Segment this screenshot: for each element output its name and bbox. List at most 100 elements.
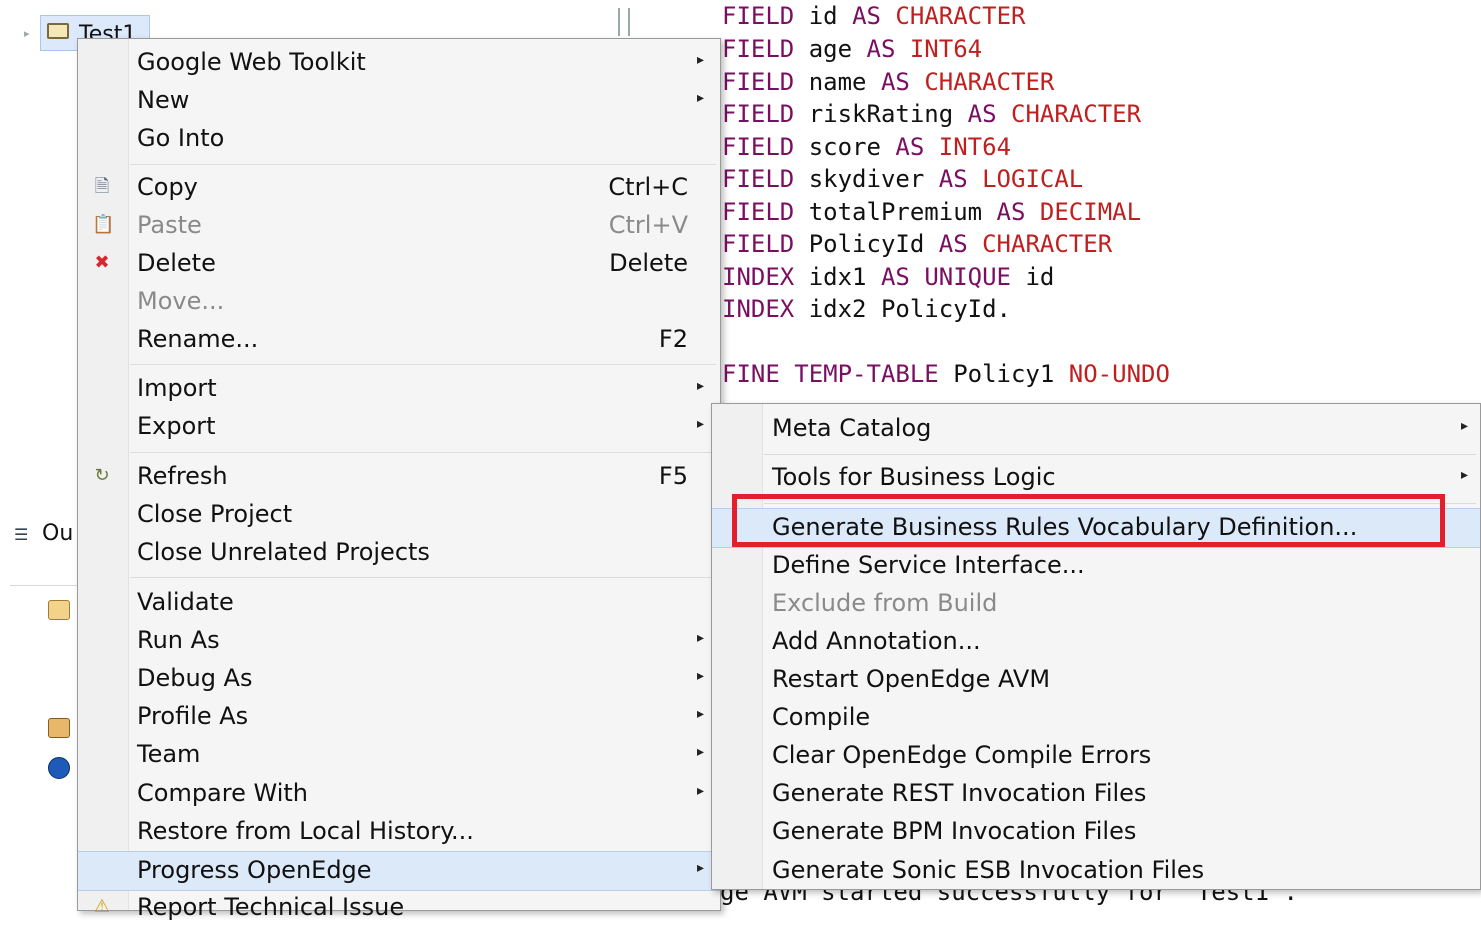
report-icon: ⚠ — [93, 896, 111, 917]
menu-item-label: Generate REST Invocation Files — [772, 779, 1147, 807]
menu-item-tools-for-business-logic[interactable]: Tools for Business Logic ▸ — [712, 459, 1480, 497]
paste-icon: 📋 — [92, 214, 115, 235]
code-token: INDEX — [722, 295, 809, 323]
menu-item-define-service-interface[interactable]: Define Service Interface... — [712, 547, 1480, 585]
menu-item-label: Import — [137, 374, 217, 402]
menu-item-shortcut: Ctrl+V — [608, 211, 688, 239]
code-token: AS — [866, 35, 910, 63]
code-token: UNIQUE — [924, 263, 1026, 291]
menu-item-label: Report Technical Issue — [137, 893, 405, 921]
menu-item-generate-bpm-invocation-files[interactable]: Generate BPM Invocation Files — [712, 813, 1480, 851]
code-token: AS — [895, 133, 939, 161]
menu-item-debug-as[interactable]: Debug As ▸ — [78, 660, 720, 698]
menu-item-label: Exclude from Build — [772, 589, 998, 617]
menu-item-compare-with[interactable]: Compare With ▸ — [78, 775, 720, 813]
menu-item-move[interactable]: Move... — [78, 283, 720, 321]
outline-icon: ☰ — [14, 525, 29, 544]
code-line: FIELD score AS INT64 — [722, 131, 1011, 164]
menu-item-restart-openedge-avm[interactable]: Restart OpenEdge AVM — [712, 661, 1480, 699]
menu-item-import[interactable]: Import ▸ — [78, 370, 720, 408]
menu-item-progress-openedge[interactable]: Progress OpenEdge ▸ — [78, 851, 720, 891]
code-line: INDEX idx2 PolicyId. — [722, 293, 1011, 326]
menu-item-paste[interactable]: 📋 Paste Ctrl+V — [78, 207, 720, 245]
menu-item-clear-openedge-compile-errors[interactable]: Clear OpenEdge Compile Errors — [712, 737, 1480, 775]
code-token: FIELD — [722, 165, 809, 193]
code-line: FIELD name AS CHARACTER — [722, 66, 1054, 99]
menu-item-exclude-from-build[interactable]: Exclude from Build — [712, 585, 1480, 623]
menu-item-compile[interactable]: Compile — [712, 699, 1480, 737]
menu-item-report-technical-issue[interactable]: ⚠ Report Technical Issue — [78, 889, 720, 927]
menu-item-close-unrelated-projects[interactable]: Close Unrelated Projects — [78, 534, 720, 572]
menu-item-label: Delete — [137, 249, 216, 277]
code-line: FIELD skydiver AS LOGICAL — [722, 163, 1083, 196]
menu-item-run-as[interactable]: Run As ▸ — [78, 622, 720, 660]
view-splitter[interactable] — [618, 8, 630, 36]
menu-item-generate-sonic-esb-invocation-files[interactable]: Generate Sonic ESB Invocation Files — [712, 852, 1480, 890]
code-token: riskRating — [808, 100, 968, 128]
menu-item-label: Paste — [137, 211, 202, 239]
menu-item-export[interactable]: Export ▸ — [78, 408, 720, 446]
menu-item-label: Validate — [137, 588, 234, 616]
code-token: LOGICAL — [982, 165, 1084, 193]
menu-item-google-web-toolkit[interactable]: Google Web Toolkit ▸ — [78, 44, 720, 82]
code-token: INT64 — [938, 133, 1012, 161]
context-menu: Google Web Toolkit ▸ New ▸ Go Into 🗎 Copy Ctrl+… — [77, 38, 721, 921]
copy-icon: 🗎 — [94, 176, 110, 197]
menu-item-restore-from-local-history[interactable]: Restore from Local History... — [78, 813, 720, 851]
menu-separator — [130, 577, 716, 578]
menu-item-label: Move... — [137, 287, 225, 315]
menu-item-shortcut: F2 — [658, 325, 688, 353]
menu-item-go-into[interactable]: Go Into — [78, 120, 720, 158]
database-icon — [48, 718, 70, 738]
menu-item-close-project[interactable]: Close Project — [78, 496, 720, 534]
menu-item-label: Rename... — [137, 325, 259, 353]
code-token: CHARACTER — [1011, 100, 1142, 128]
menu-item-validate[interactable]: Validate — [78, 584, 720, 622]
menu-item-label: New — [137, 86, 190, 114]
menu-item-delete[interactable]: ✖ Delete Delete — [78, 245, 720, 283]
menu-item-profile-as[interactable]: Profile As ▸ — [78, 698, 720, 736]
refresh-icon: ↻ — [94, 465, 110, 486]
outline-tab[interactable]: ☰ Ou — [10, 505, 80, 586]
menu-item-label: Define Service Interface... — [772, 551, 1085, 579]
menu-item-refresh[interactable]: ↻ Refresh F5 — [78, 458, 720, 496]
submenu-arrow-icon: ▸ — [696, 744, 704, 760]
outline-tab-label: Ou — [42, 521, 74, 546]
code-line: FIELD riskRating AS CHARACTER — [722, 98, 1141, 131]
code-token: AS — [996, 198, 1040, 226]
menu-item-team[interactable]: Team ▸ — [78, 736, 720, 774]
submenu-arrow-icon: ▸ — [696, 378, 704, 394]
submenu-arrow-icon: ▸ — [696, 90, 704, 106]
menu-item-label: Add Annotation... — [772, 627, 981, 655]
menu-item-meta-catalog[interactable]: Meta Catalog ▸ — [712, 410, 1480, 448]
menu-item-shortcut: Ctrl+C — [608, 173, 688, 201]
menu-item-copy[interactable]: 🗎 Copy Ctrl+C — [78, 169, 720, 207]
submenu-arrow-icon: ▸ — [696, 52, 704, 68]
code-token: idx2 PolicyId. — [808, 295, 1011, 323]
expand-arrow-icon[interactable]: ▸ — [24, 27, 30, 40]
menu-item-label: Refresh — [137, 462, 228, 490]
code-token: FIELD — [722, 68, 809, 96]
menu-item-generate-rest-invocation-files[interactable]: Generate REST Invocation Files — [712, 775, 1480, 813]
menu-item-rename[interactable]: Rename... F2 — [78, 321, 720, 359]
menu-item-label: Debug As — [137, 664, 253, 692]
code-token: CHARACTER — [895, 2, 1026, 30]
menu-item-shortcut: Delete — [609, 249, 688, 277]
submenu-arrow-icon: ▸ — [696, 860, 704, 876]
submenu-arrow-icon: ▸ — [1460, 467, 1468, 483]
menu-item-label: Meta Catalog — [772, 414, 932, 442]
menu-item-new[interactable]: New ▸ — [78, 82, 720, 120]
menu-item-label: Profile As — [137, 702, 249, 730]
code-line: INDEX idx1 AS UNIQUE id — [722, 261, 1054, 294]
code-token: FIELD — [722, 2, 809, 30]
code-token: NO-UNDO — [1068, 360, 1170, 388]
menu-item-add-annotation[interactable]: Add Annotation... — [712, 623, 1480, 661]
menu-item-label: Progress OpenEdge — [137, 856, 372, 884]
menu-item-label: Export — [137, 412, 216, 440]
code-token: AS — [880, 263, 925, 291]
menu-item-shortcut: F5 — [658, 462, 688, 490]
code-token: FIELD — [722, 230, 809, 258]
menu-item-label: Close Project — [137, 500, 293, 528]
code-token: AS — [880, 68, 925, 96]
menu-item-label: Generate BPM Invocation Files — [772, 817, 1137, 845]
